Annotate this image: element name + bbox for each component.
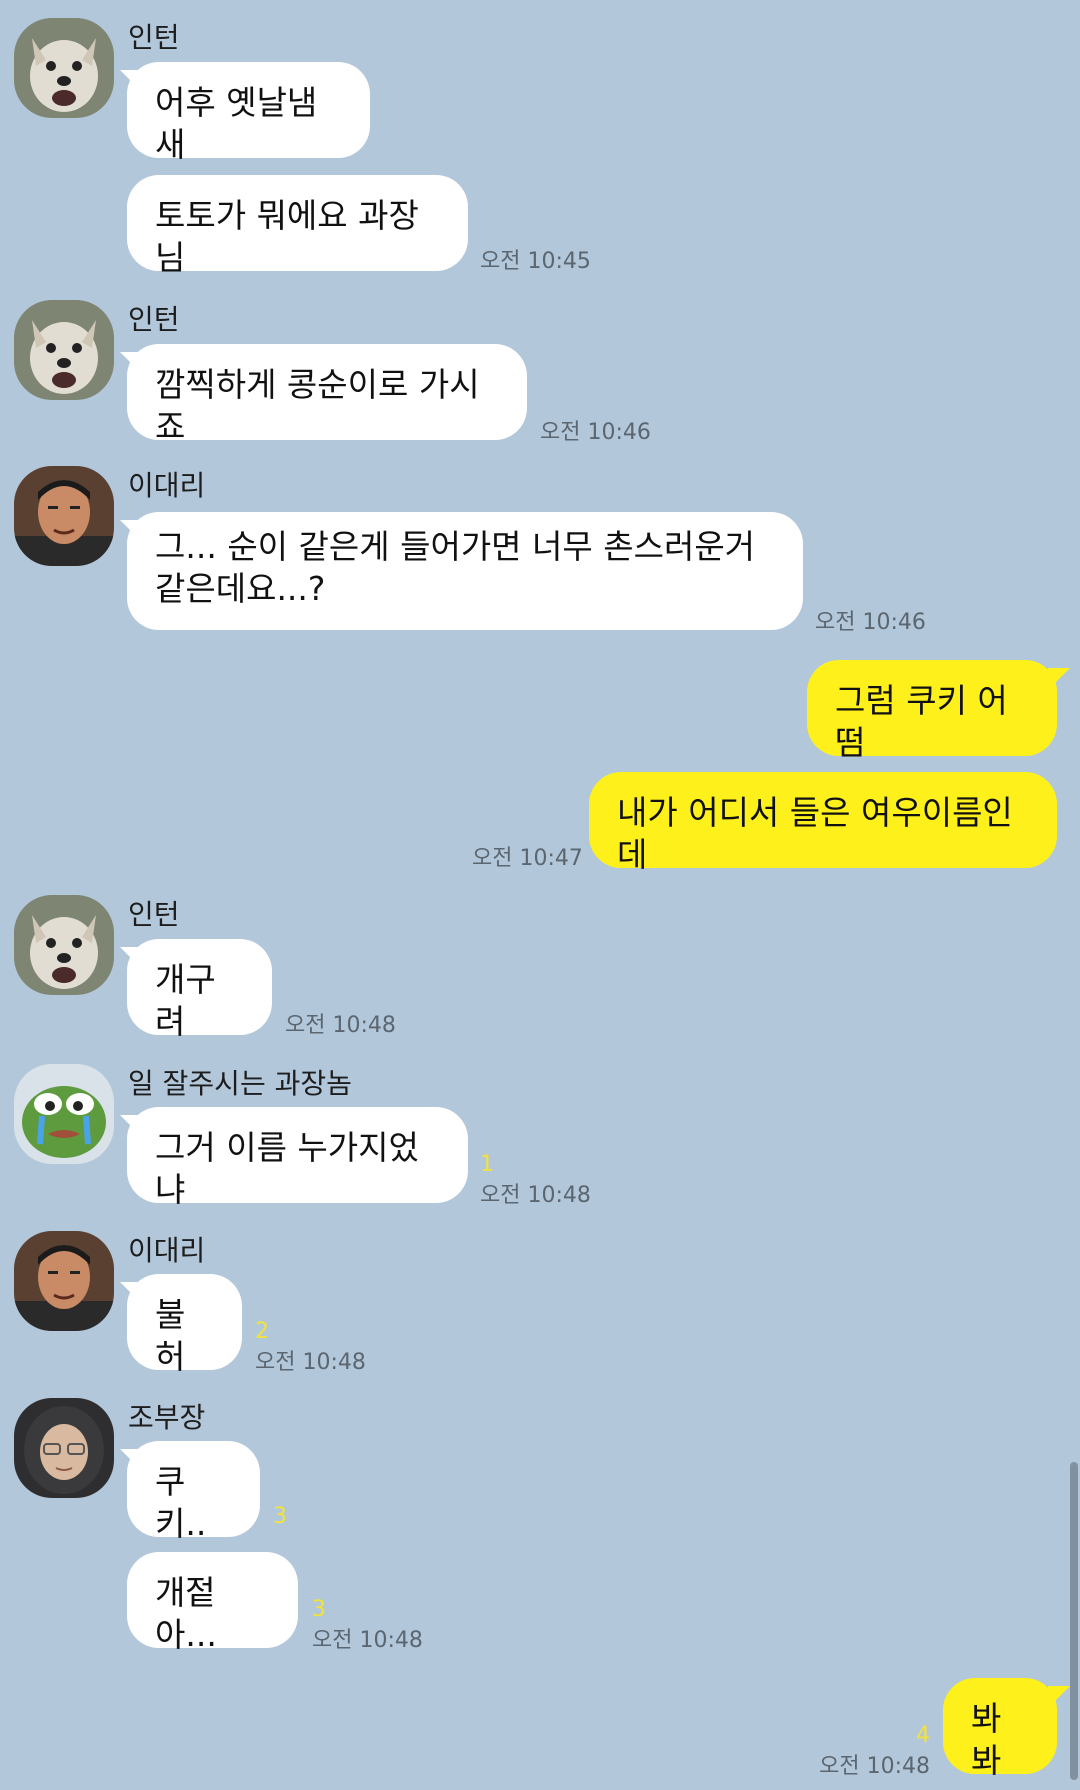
message-meta: 1 오전 10:48 bbox=[480, 1153, 591, 1209]
message-bubble[interactable]: 깜찍하게 콩순이로 가시죠 bbox=[127, 344, 527, 446]
message-meta: 4 오전 10:48 bbox=[780, 1724, 930, 1780]
sender-name: 인턴 bbox=[128, 21, 180, 54]
dog-avatar-icon[interactable] bbox=[14, 18, 114, 118]
message-meta: 3 bbox=[273, 1505, 287, 1529]
message-bubble[interactable]: 개젙아... bbox=[127, 1552, 298, 1654]
timestamp: 오전 10:48 bbox=[312, 1628, 423, 1653]
man-avatar-icon[interactable] bbox=[14, 1231, 114, 1331]
unread-count: 3 bbox=[312, 1597, 326, 1622]
message-bubble[interactable]: 내가 어디서 들은 여우이름인데 bbox=[589, 772, 1057, 874]
message-bubble[interactable]: 개구려 bbox=[127, 939, 272, 1041]
unread-count: 2 bbox=[255, 1319, 269, 1344]
bubble-tail bbox=[1048, 1686, 1070, 1708]
sender-name: 이대리 bbox=[128, 1234, 206, 1267]
timestamp: 오전 10:45 bbox=[480, 249, 591, 274]
message-bubble[interactable]: 봐봐 bbox=[943, 1678, 1057, 1780]
dog-avatar-icon[interactable] bbox=[14, 895, 114, 995]
timestamp: 오전 10:47 bbox=[472, 846, 583, 871]
dog-avatar-icon[interactable] bbox=[14, 300, 114, 400]
message-bubble[interactable]: 그거 이름 누가지었냐 bbox=[127, 1107, 468, 1209]
timestamp: 오전 10:46 bbox=[540, 420, 651, 445]
message-bubble[interactable]: 불허 bbox=[127, 1274, 242, 1376]
sender-name: 일 잘주시는 과장놈 bbox=[128, 1067, 352, 1100]
sender-name: 인턴 bbox=[128, 303, 180, 336]
chat-area[interactable]: 인턴 어후 옛날냄새 토토가 뭐에요 과장님 오전 10:45 인턴 깜찍하게 … bbox=[0, 0, 1080, 1790]
timestamp: 오전 10:48 bbox=[255, 1350, 366, 1375]
sender-name: 인턴 bbox=[128, 898, 180, 931]
timestamp: 오전 10:48 bbox=[480, 1183, 591, 1208]
unread-count: 3 bbox=[273, 1504, 287, 1529]
sender-name: 이대리 bbox=[128, 469, 206, 502]
unread-count: 4 bbox=[916, 1723, 930, 1748]
message-bubble[interactable]: 어후 옛날냄새 bbox=[127, 62, 370, 164]
timestamp: 오전 10:48 bbox=[285, 1013, 396, 1038]
man-avatar-icon[interactable] bbox=[14, 466, 114, 566]
scrollbar[interactable] bbox=[1070, 1462, 1078, 1780]
message-bubble[interactable]: 그... 순이 같은게 들어가면 너무 촌스러운거 같은데요...? bbox=[127, 512, 803, 630]
message-meta: 3 오전 10:48 bbox=[312, 1598, 423, 1654]
unread-count: 1 bbox=[480, 1152, 494, 1177]
message-meta: 2 오전 10:48 bbox=[255, 1320, 366, 1376]
message-bubble[interactable]: 토토가 뭐에요 과장님 bbox=[127, 175, 468, 277]
sender-name: 조부장 bbox=[128, 1401, 206, 1434]
message-bubble[interactable]: 그럼 쿠키 어떰 bbox=[807, 660, 1057, 762]
timestamp: 오전 10:46 bbox=[815, 610, 926, 635]
frog-avatar-icon[interactable] bbox=[14, 1064, 114, 1164]
hooded-avatar-icon[interactable] bbox=[14, 1398, 114, 1498]
timestamp: 오전 10:48 bbox=[819, 1754, 930, 1779]
message-bubble[interactable]: 쿠키.. bbox=[127, 1441, 260, 1543]
